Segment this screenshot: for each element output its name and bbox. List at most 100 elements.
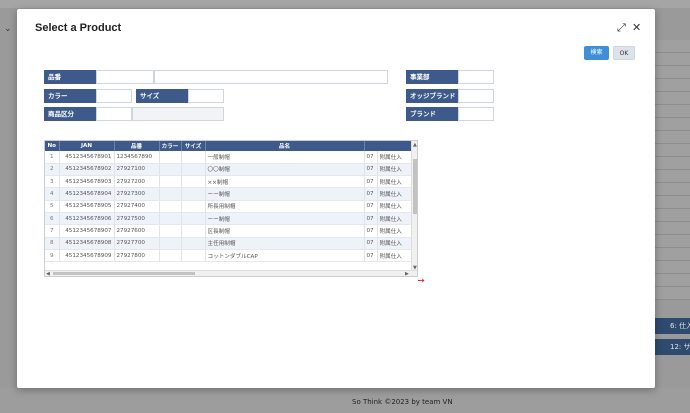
cell-name: 一般制帽: [205, 151, 365, 164]
cell-name: ーー制帽: [205, 212, 365, 226]
cell-no: 7: [45, 224, 60, 238]
ok-button[interactable]: OK: [613, 46, 635, 60]
close-icon[interactable]: ✕: [632, 21, 641, 34]
cell-name: ーー制帽: [205, 187, 365, 201]
table-row[interactable]: 3 4512345678903 27927200 ××制帽 07 附属仕入: [45, 175, 414, 189]
cell-code: 07: [364, 200, 378, 213]
cell-name: 主任用制帽: [205, 237, 365, 250]
cell-color: [159, 187, 182, 201]
cell-type: 附属仕入: [377, 249, 414, 263]
cell-code: 07: [364, 249, 378, 263]
table-row[interactable]: 2 4512345678902 27927100 〇〇制帽 07 附属仕入: [45, 163, 414, 177]
cell-hinban: 27927400: [114, 200, 160, 213]
cell-name: 所長用制帽: [205, 200, 365, 213]
background-header-strip: [0, 0, 690, 8]
cell-jan: 4512345678903: [59, 175, 115, 189]
table-row[interactable]: 8 4512345678908 27927700 主任用制帽 07 附属仕入: [45, 237, 414, 250]
cell-color: [159, 175, 182, 189]
col-hinban[interactable]: 品番: [114, 141, 160, 151]
cell-size: [181, 163, 206, 177]
cell-type: 附属仕入: [377, 187, 414, 201]
original-brand-label: オッジブランド: [406, 89, 458, 103]
cell-color: [159, 237, 182, 250]
cell-code: 07: [364, 187, 378, 201]
vertical-scroll-thumb[interactable]: [413, 159, 417, 214]
horizontal-scrollbar[interactable]: ◀ ▶: [45, 270, 417, 276]
category-label: 商品区分: [44, 107, 96, 121]
chevron-down-icon: ⌄: [4, 24, 12, 34]
cell-hinban: 27927300: [114, 187, 160, 201]
cell-type: 附属仕入: [377, 163, 414, 177]
cell-code: 07: [364, 163, 378, 177]
expand-icon[interactable]: ⤢: [617, 21, 626, 35]
table-row[interactable]: 9 4512345678909 27927800 コットンダブルCAP 07 附属仕入: [45, 249, 414, 263]
cell-code: 07: [364, 224, 378, 238]
original-brand-field[interactable]: [458, 89, 494, 103]
scroll-left-icon[interactable]: ◀: [46, 271, 50, 276]
cell-hinban: 27927100: [114, 163, 160, 177]
vertical-scrollbar[interactable]: ▲ ▼: [411, 141, 417, 276]
color-field[interactable]: [96, 89, 132, 103]
background-button-1: 6: 仕入: [654, 318, 690, 334]
modal-title: Select a Product: [35, 22, 122, 34]
scroll-right-icon[interactable]: ▶: [405, 271, 409, 276]
cell-hinban: 27927200: [114, 175, 160, 189]
brand-field[interactable]: [458, 107, 494, 121]
hinban-field[interactable]: [96, 70, 154, 84]
cell-size: [181, 151, 206, 164]
product-table: No JAN 品番 カラー サイズ 品名 1 4512345678901 12345…: [45, 141, 414, 263]
cell-code: 07: [364, 151, 378, 164]
col-no[interactable]: No: [45, 141, 60, 151]
cell-code: 07: [364, 175, 378, 189]
cell-size: [181, 187, 206, 201]
col-jan[interactable]: JAN: [59, 141, 115, 151]
cell-jan: 4512345678909: [59, 249, 115, 263]
cell-type: 附属仕入: [377, 175, 414, 189]
table-row[interactable]: 6 4512345678906 27927500 ーー制帽 07 附属仕入: [45, 212, 414, 226]
cell-type: 附属仕入: [377, 200, 414, 213]
col-color[interactable]: カラー: [159, 141, 182, 151]
cell-jan: 4512345678901: [59, 151, 115, 164]
cell-type: 附属仕入: [377, 224, 414, 238]
table-row[interactable]: 1 4512345678901 1234567890 一般制帽 07 附属仕入: [45, 151, 414, 164]
size-field[interactable]: [188, 89, 224, 103]
col-name[interactable]: 品名: [205, 141, 365, 151]
table-row[interactable]: 7 4512345678907 27927600 区長制帽 07 附属仕入: [45, 224, 414, 238]
cell-color: [159, 200, 182, 213]
hinban-name-field[interactable]: [154, 70, 388, 84]
size-label: サイズ: [136, 89, 188, 103]
color-label: カラー: [44, 89, 96, 103]
cell-size: [181, 175, 206, 189]
cell-size: [181, 249, 206, 263]
category-field[interactable]: [96, 107, 132, 121]
table-row[interactable]: 4 4512345678904 27927300 ーー制帽 07 附属仕入: [45, 187, 414, 201]
select-product-modal: Select a Product ⤢ ✕ 検索 OK 品番 カラー サイズ 商品…: [17, 9, 655, 388]
scroll-up-icon[interactable]: ▲: [413, 142, 417, 148]
cell-hinban: 1234567890: [114, 151, 160, 164]
col-extra[interactable]: [364, 141, 414, 151]
cell-hinban: 27927700: [114, 237, 160, 250]
col-size[interactable]: サイズ: [181, 141, 206, 151]
cell-jan: 4512345678904: [59, 187, 115, 201]
brand-label: ブランド: [406, 107, 458, 121]
cell-name: 〇〇制帽: [205, 163, 365, 177]
background-button-2: 12: サブ: [654, 339, 690, 355]
cell-no: 3: [45, 175, 60, 189]
cell-no: 8: [45, 237, 60, 250]
cell-jan: 4512345678908: [59, 237, 115, 250]
cell-color: [159, 163, 182, 177]
cell-no: 4: [45, 187, 60, 201]
cell-color: [159, 212, 182, 226]
cell-color: [159, 224, 182, 238]
horizontal-scroll-thumb[interactable]: [53, 272, 195, 275]
cell-hinban: 27927800: [114, 249, 160, 263]
division-field[interactable]: [458, 70, 494, 84]
cell-jan: 4512345678905: [59, 200, 115, 213]
table-header: No JAN 品番 カラー サイズ 品名: [45, 141, 414, 151]
table-row[interactable]: 5 4512345678905 27927400 所長用制帽 07 附属仕入: [45, 200, 414, 213]
page-footer: So Think ©2023 by team VN: [0, 388, 690, 413]
search-button[interactable]: 検索: [584, 46, 609, 60]
cell-size: [181, 224, 206, 238]
cell-color: [159, 249, 182, 263]
cell-name: ××制帽: [205, 175, 365, 189]
